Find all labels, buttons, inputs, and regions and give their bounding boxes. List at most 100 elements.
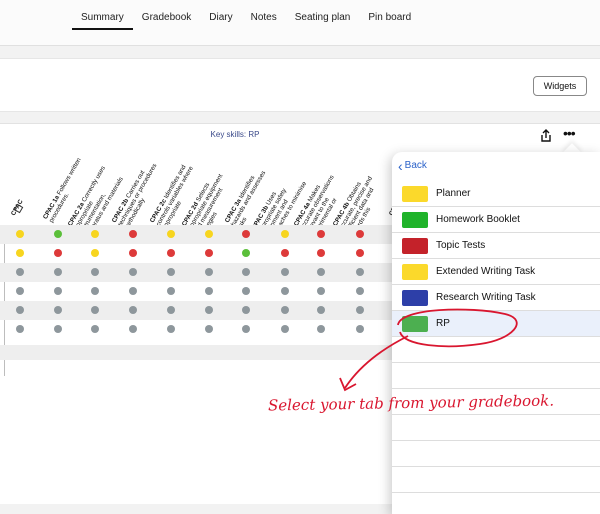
grade-dot[interactable] xyxy=(205,230,213,238)
tab-summary[interactable]: Summary xyxy=(72,12,133,30)
grade-dot[interactable] xyxy=(242,268,250,276)
empty-row xyxy=(392,467,600,493)
more-options-icon[interactable]: ••• xyxy=(563,126,581,144)
grade-dot[interactable] xyxy=(91,325,99,333)
empty-row xyxy=(392,441,600,467)
color-swatch xyxy=(402,289,428,306)
grade-dot[interactable] xyxy=(167,249,175,257)
grade-dot[interactable] xyxy=(205,325,213,333)
grade-dot[interactable] xyxy=(16,268,24,276)
grade-dot[interactable] xyxy=(91,306,99,314)
popover-item-homework-booklet[interactable]: Homework Booklet xyxy=(392,207,600,233)
grade-dot[interactable] xyxy=(91,268,99,276)
grade-dot[interactable] xyxy=(281,230,289,238)
grade-dot[interactable] xyxy=(317,287,325,295)
color-swatch xyxy=(402,237,428,254)
grade-dot[interactable] xyxy=(356,230,364,238)
grade-dot[interactable] xyxy=(16,306,24,314)
grade-dot[interactable] xyxy=(242,249,250,257)
grade-dot[interactable] xyxy=(356,287,364,295)
grade-dot[interactable] xyxy=(167,268,175,276)
grade-dot[interactable] xyxy=(356,268,364,276)
grade-dot[interactable] xyxy=(242,230,250,238)
grade-dot[interactable] xyxy=(129,325,137,333)
grade-dot[interactable] xyxy=(242,287,250,295)
tab-picker-popover: ‹ Back Planner Homework Booklet Topic Te… xyxy=(392,152,600,514)
empty-row xyxy=(392,363,600,389)
grade-dot[interactable] xyxy=(129,230,137,238)
empty-row xyxy=(392,337,600,363)
grade-dot[interactable] xyxy=(317,249,325,257)
grade-dot[interactable] xyxy=(16,230,24,238)
grade-dot[interactable] xyxy=(205,287,213,295)
grade-dot[interactable] xyxy=(54,230,62,238)
grade-dot[interactable] xyxy=(317,325,325,333)
tab-seating-plan[interactable]: Seating plan xyxy=(286,12,360,30)
grade-dot[interactable] xyxy=(205,268,213,276)
grade-dot[interactable] xyxy=(129,306,137,314)
popover-item-topic-tests[interactable]: Topic Tests xyxy=(392,233,600,259)
grade-dot[interactable] xyxy=(167,306,175,314)
grade-dot[interactable] xyxy=(205,249,213,257)
grade-dot[interactable] xyxy=(317,268,325,276)
grade-dot[interactable] xyxy=(16,249,24,257)
grade-dot[interactable] xyxy=(281,249,289,257)
grade-dot[interactable] xyxy=(54,249,62,257)
top-navigation: Summary Gradebook Diary Notes Seating pl… xyxy=(0,0,600,46)
popover-item-label: Topic Tests xyxy=(436,240,486,251)
tab-bar: Summary Gradebook Diary Notes Seating pl… xyxy=(72,12,420,30)
grade-dot[interactable] xyxy=(16,325,24,333)
popover-item-rp[interactable]: RP xyxy=(392,311,600,337)
grade-dot[interactable] xyxy=(91,249,99,257)
grade-dot[interactable] xyxy=(356,249,364,257)
grade-dot[interactable] xyxy=(91,230,99,238)
empty-row xyxy=(392,415,600,441)
grade-dot[interactable] xyxy=(356,325,364,333)
back-label: Back xyxy=(404,160,427,171)
popover-item-label: RP xyxy=(436,318,450,329)
color-swatch xyxy=(402,263,428,280)
grade-dot[interactable] xyxy=(317,306,325,314)
grade-dot[interactable] xyxy=(317,230,325,238)
color-swatch xyxy=(402,211,428,228)
grade-dot[interactable] xyxy=(167,230,175,238)
popover-item-research-writing-task[interactable]: Research Writing Task xyxy=(392,285,600,311)
grade-dot[interactable] xyxy=(129,249,137,257)
popover-item-label: Planner xyxy=(436,188,471,199)
color-swatch xyxy=(402,185,428,202)
grade-dot[interactable] xyxy=(356,306,364,314)
grade-dot[interactable] xyxy=(205,306,213,314)
grade-dot[interactable] xyxy=(54,287,62,295)
back-button[interactable]: ‹ Back xyxy=(398,157,427,174)
grade-dot[interactable] xyxy=(281,325,289,333)
grade-dot[interactable] xyxy=(91,287,99,295)
popover-item-label: Extended Writing Task xyxy=(436,266,536,277)
grade-dot[interactable] xyxy=(16,287,24,295)
popover-item-planner[interactable]: Planner xyxy=(392,181,600,207)
grade-dot[interactable] xyxy=(54,325,62,333)
grade-dot[interactable] xyxy=(281,306,289,314)
chevron-left-icon: ‹ xyxy=(398,157,403,174)
grade-dot[interactable] xyxy=(167,287,175,295)
tab-diary[interactable]: Diary xyxy=(200,12,241,30)
color-swatch xyxy=(402,315,428,332)
grade-dot[interactable] xyxy=(54,268,62,276)
popover-item-label: Research Writing Task xyxy=(436,292,536,303)
popover-item-label: Homework Booklet xyxy=(436,214,520,225)
tab-notes[interactable]: Notes xyxy=(242,12,286,30)
widgets-band xyxy=(0,58,600,112)
tab-pin-board[interactable]: Pin board xyxy=(359,12,420,30)
grade-dot[interactable] xyxy=(242,306,250,314)
popover-item-extended-writing-task[interactable]: Extended Writing Task xyxy=(392,259,600,285)
panel-title: Key skills: RP xyxy=(210,130,260,139)
grade-dot[interactable] xyxy=(281,287,289,295)
grade-dot[interactable] xyxy=(281,268,289,276)
tab-gradebook[interactable]: Gradebook xyxy=(133,12,200,30)
grade-dot[interactable] xyxy=(167,325,175,333)
grade-dot[interactable] xyxy=(242,325,250,333)
widgets-button[interactable]: Widgets xyxy=(533,76,587,96)
grade-dot[interactable] xyxy=(129,287,137,295)
grade-dot[interactable] xyxy=(129,268,137,276)
share-icon[interactable] xyxy=(538,128,554,144)
grade-dot[interactable] xyxy=(54,306,62,314)
